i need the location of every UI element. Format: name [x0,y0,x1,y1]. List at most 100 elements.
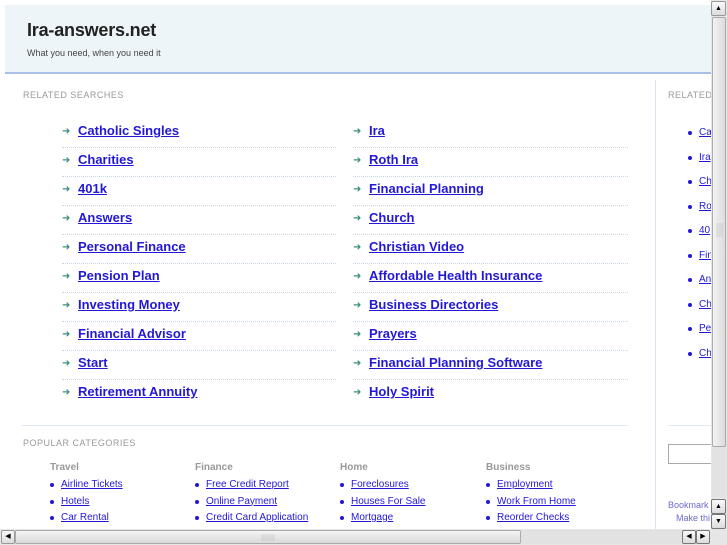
related-search-link[interactable]: Financial Planning [369,181,484,196]
arrow-right-icon: ➜ [62,358,71,369]
arrow-right-icon: ➜ [62,126,71,137]
scroll-down-button[interactable]: ▼ [711,514,726,529]
arrow-right-icon: ➜ [353,184,362,195]
sidebar-link[interactable]: Ans [699,274,711,285]
scroll-left-arrow-icon[interactable]: ◀ [1,530,15,544]
category-column: Finance Free Credit Report Online Payment C… [195,462,340,528]
related-search-link[interactable]: Holy Spirit [369,384,434,399]
related-search-link[interactable]: 401k [78,181,107,196]
related-search-link[interactable]: Charities [78,152,134,167]
page-viewport: Ira-answers.net What you need, when you … [0,0,711,529]
scroll-left-button[interactable]: ◀ [682,530,696,544]
related-search-link[interactable]: Business Directories [369,297,498,312]
arrow-right-icon: ➜ [62,387,71,398]
sidebar-link[interactable]: Fin [699,250,711,261]
category-link[interactable]: Mortgage [351,512,393,523]
arrow-right-icon: ➜ [62,329,71,340]
related-search-link[interactable]: Investing Money [78,297,180,312]
related-search-item: ➜ Answers [62,205,336,235]
scrollbar-corner [711,529,727,545]
vertical-scroll-track[interactable] [712,447,726,497]
make-homepage-link[interactable]: Make thi [676,513,710,523]
related-search-item: ➜ Holy Spirit [353,379,628,408]
category-item: Car Rental [50,511,195,528]
related-search-link[interactable]: Financial Advisor [78,326,186,341]
arrow-right-icon: ➜ [353,358,362,369]
related-search-link[interactable]: Ira [369,123,385,138]
related-search-link[interactable]: Pension Plan [78,268,160,283]
category-item: Credit Card Application [195,511,340,528]
scroll-right-button[interactable]: ▶ [696,530,710,544]
related-search-link[interactable]: Answers [78,210,132,225]
arrow-right-icon: ➜ [62,271,71,282]
vertical-scrollbar[interactable]: ▲ ▲ ▼ [711,0,727,545]
section-divider [22,425,628,426]
category-item: Employment [486,478,631,495]
category-link[interactable]: Airline Tickets [61,479,123,490]
category-item: Mortgage [340,511,485,528]
horizontal-scrollbar[interactable]: ◀ ◀ ▶ [0,529,711,545]
related-search-item: ➜ Christian Video [353,234,628,264]
sidebar-link[interactable]: Ro [699,201,711,212]
related-search-item: ➜ 401k [62,176,336,206]
related-search-link[interactable]: Start [78,355,108,370]
category-link[interactable]: Online Payment [206,496,277,507]
related-search-link[interactable]: Church [369,210,415,225]
site-tagline: What you need, when you need it [27,48,161,58]
sidebar-link[interactable]: Ca [699,127,711,138]
category-link[interactable]: Hotels [61,496,89,507]
category-link[interactable]: Houses For Sale [351,496,425,507]
bullet-icon [688,327,692,331]
related-search-item: ➜ Charities [62,147,336,177]
related-search-link[interactable]: Personal Finance [78,239,186,254]
sidebar-link[interactable]: Ch [699,299,711,310]
sidebar-link[interactable]: 40 [699,225,710,236]
vertical-scroll-thumb[interactable] [712,17,726,447]
scroll-up-arrow-icon[interactable]: ▲ [711,1,726,16]
related-search-link[interactable]: Affordable Health Insurance [369,268,542,283]
scroll-up-button[interactable]: ▲ [711,499,726,514]
bullet-icon [688,253,692,258]
related-search-item: ➜ Financial Advisor [62,321,336,351]
related-search-item: ➜ Start [62,350,336,380]
sidebar-link[interactable]: Ira [699,152,711,163]
category-column: Home Foreclosures Houses For Sale Mortgage [340,462,485,528]
category-item: Free Credit Report [195,478,340,495]
horizontal-scroll-track[interactable] [521,530,681,544]
sidebar-link[interactable]: Pe [699,323,711,334]
category-column: Business Employment Work From Home Reorder … [486,462,631,528]
grip-icon [261,534,275,541]
arrow-right-icon: ➜ [353,213,362,224]
category-link[interactable]: Employment [497,479,553,490]
sidebar-related-label: RELATED [668,90,711,100]
related-search-link[interactable]: Catholic Singles [78,123,179,138]
bullet-icon [688,180,692,184]
horizontal-scroll-thumb[interactable] [15,530,521,544]
bullet-icon [688,278,692,282]
category-link[interactable]: Credit Card Application [206,512,308,523]
category-link[interactable]: Foreclosures [351,479,409,490]
sidebar-search-input[interactable] [668,444,711,464]
arrow-right-icon: ➜ [353,300,362,311]
sidebar-link[interactable]: Ch [699,348,711,359]
arrow-right-icon: ➜ [353,126,362,137]
category-link[interactable]: Free Credit Report [206,479,289,490]
related-search-item: ➜ Retirement Annuity [62,379,336,408]
category-heading: Home [340,462,368,473]
category-link[interactable]: Reorder Checks [497,512,569,523]
category-link[interactable]: Work From Home [497,496,576,507]
related-search-link[interactable]: Christian Video [369,239,464,254]
related-search-link[interactable]: Prayers [369,326,417,341]
related-search-item: ➜ Personal Finance [62,234,336,264]
bookmark-link[interactable]: Bookmark [668,500,709,510]
bullet-icon [688,131,692,135]
category-item: Work From Home [486,495,631,512]
category-link[interactable]: Car Rental [61,512,109,523]
category-heading: Business [486,462,531,473]
bullet-icon [195,499,199,504]
sidebar-divider-line [668,425,711,426]
sidebar-link[interactable]: Ch [699,176,711,187]
related-search-link[interactable]: Financial Planning Software [369,355,542,370]
related-search-link[interactable]: Roth Ira [369,152,418,167]
related-search-link[interactable]: Retirement Annuity [78,384,197,399]
